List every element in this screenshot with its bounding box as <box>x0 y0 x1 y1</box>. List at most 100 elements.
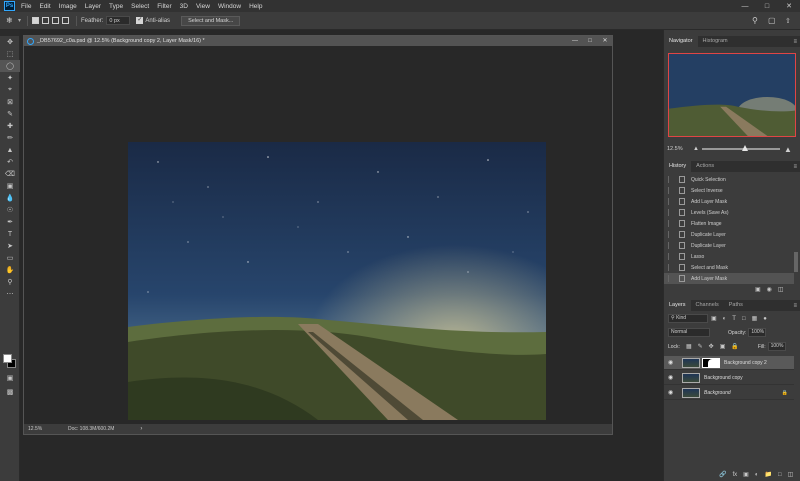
tab-channels[interactable]: Channels <box>691 300 724 311</box>
rectangle-tool-icon[interactable]: ▭ <box>0 252 20 264</box>
type-tool-icon[interactable]: T <box>0 228 20 240</box>
layer-row[interactable]: ◉ Background copy <box>664 371 794 385</box>
tab-history[interactable]: History <box>664 161 692 172</box>
filter-adjustment-icon[interactable]: ◐ <box>723 316 727 322</box>
zoom-in-icon[interactable]: ▲ <box>784 145 792 154</box>
gradient-tool-icon[interactable]: ▣ <box>0 180 20 192</box>
maximize-icon[interactable]: □ <box>756 0 778 12</box>
screen-mode-icon[interactable]: ▩ <box>0 386 20 398</box>
frame-tool-icon[interactable]: ⊠ <box>0 96 20 108</box>
layer-mask-thumbnail[interactable] <box>702 357 720 368</box>
lasso-tool-icon[interactable]: ◯ <box>0 60 20 72</box>
history-source-box[interactable] <box>668 253 673 260</box>
close-icon[interactable]: ✕ <box>778 0 800 12</box>
menu-3d[interactable]: 3D <box>180 3 188 10</box>
navigator-zoom-slider[interactable] <box>701 145 780 151</box>
doc-close-icon[interactable]: ✕ <box>598 36 612 46</box>
history-item[interactable]: Duplicate Layer <box>664 240 794 251</box>
history-item[interactable]: Duplicate Layer <box>664 229 794 240</box>
lock-artboard-icon[interactable]: ▣ <box>720 343 726 350</box>
dodge-tool-icon[interactable]: ☉ <box>0 204 20 216</box>
lock-image-icon[interactable]: ✎ <box>698 343 703 350</box>
workspace-icon[interactable]: ▢ <box>768 16 776 25</box>
history-scrollbar[interactable] <box>794 252 798 272</box>
eraser-tool-icon[interactable]: ⌫ <box>0 168 20 180</box>
status-zoom[interactable]: 12.5% <box>28 426 60 432</box>
subtract-selection-icon[interactable] <box>52 17 60 24</box>
more-tools-icon[interactable]: ⋯ <box>0 288 20 300</box>
history-source-box[interactable] <box>668 231 673 238</box>
path-selection-tool-icon[interactable]: ➤ <box>0 240 20 252</box>
fill-input[interactable]: 100% <box>767 342 786 351</box>
history-item[interactable]: Quick Selection <box>664 174 794 185</box>
tab-histogram[interactable]: Histogram <box>698 36 733 47</box>
lock-transparent-icon[interactable]: ▦ <box>686 343 692 350</box>
share-icon[interactable]: ⇧ <box>785 17 791 25</box>
new-layer-icon[interactable]: □ <box>778 472 782 478</box>
zoom-out-icon[interactable]: ▲ <box>693 146 699 152</box>
crop-tool-icon[interactable]: ⌖ <box>0 84 20 96</box>
panel-menu-icon[interactable]: ≡ <box>793 39 797 45</box>
brush-tool-icon[interactable]: ✏ <box>0 132 20 144</box>
filter-smart-icon[interactable]: ▦ <box>752 315 758 322</box>
minimize-icon[interactable]: — <box>734 0 756 12</box>
foreground-color-swatch[interactable] <box>3 354 12 363</box>
link-layers-icon[interactable]: 🔗 <box>719 471 726 478</box>
blur-tool-icon[interactable]: 💧 <box>0 192 20 204</box>
tab-paths[interactable]: Paths <box>724 300 748 311</box>
menu-type[interactable]: Type <box>109 3 123 10</box>
history-source-box[interactable] <box>668 176 673 183</box>
menu-layer[interactable]: Layer <box>85 3 101 10</box>
history-item[interactable]: Add Layer Mask <box>664 273 794 284</box>
menu-image[interactable]: Image <box>59 3 77 10</box>
lock-position-icon[interactable]: ✥ <box>709 343 714 350</box>
layer-kind-filter[interactable]: ⚲ Kind <box>668 314 708 323</box>
new-document-from-state-icon[interactable]: ▣ <box>755 286 761 293</box>
canvas-area[interactable] <box>24 46 612 424</box>
menu-edit[interactable]: Edit <box>39 3 50 10</box>
clone-stamp-tool-icon[interactable]: ▲ <box>0 144 20 156</box>
history-source-box[interactable] <box>668 220 673 227</box>
new-group-icon[interactable]: 📁 <box>764 471 771 478</box>
new-selection-icon[interactable] <box>32 17 40 24</box>
history-item[interactable]: Flatten Image <box>664 218 794 229</box>
add-mask-icon[interactable]: ▣ <box>743 471 749 478</box>
snapshot-icon[interactable]: ◉ <box>767 286 772 293</box>
history-item[interactable]: Add Layer Mask <box>664 196 794 207</box>
add-to-selection-icon[interactable] <box>42 17 50 24</box>
layer-row[interactable]: ◉ Background copy 2 <box>664 356 794 370</box>
marquee-tool-icon[interactable]: ⬚ <box>0 48 20 60</box>
history-source-box[interactable] <box>668 198 673 205</box>
history-item[interactable]: Lasso <box>664 251 794 262</box>
feather-input[interactable]: 0 px <box>106 16 131 25</box>
history-source-box[interactable] <box>668 242 673 249</box>
layer-style-icon[interactable]: fx <box>732 472 737 478</box>
menu-view[interactable]: View <box>196 3 210 10</box>
delete-layer-icon[interactable]: ◫ <box>788 471 794 478</box>
menu-help[interactable]: Help <box>249 3 262 10</box>
quick-selection-tool-icon[interactable]: ✦ <box>0 72 20 84</box>
zoom-tool-icon[interactable]: ⚲ <box>0 276 20 288</box>
tab-actions[interactable]: Actions <box>691 161 719 172</box>
history-source-box[interactable] <box>668 264 673 271</box>
history-source-box[interactable] <box>668 187 673 194</box>
tool-preset-chevron-icon[interactable]: ▾ <box>18 17 21 24</box>
tab-layers[interactable]: Layers <box>664 300 691 311</box>
history-source-box[interactable] <box>668 275 673 282</box>
select-and-mask-button[interactable]: Select and Mask... <box>181 15 241 26</box>
adjustment-layer-icon[interactable]: ◐ <box>755 472 759 478</box>
navigator-thumbnail[interactable] <box>668 53 796 137</box>
visibility-eye-icon[interactable]: ◉ <box>668 359 678 366</box>
lock-all-icon[interactable]: 🔒 <box>731 343 738 350</box>
zoom-slider-handle[interactable] <box>741 145 748 151</box>
panel-menu-icon[interactable]: ≡ <box>793 164 797 170</box>
intersect-selection-icon[interactable] <box>62 17 70 24</box>
filter-toggle-icon[interactable]: ● <box>763 316 767 322</box>
layer-row[interactable]: ◉ Background 🔒 <box>664 386 794 400</box>
doc-minimize-icon[interactable]: — <box>568 36 582 46</box>
pen-tool-icon[interactable]: ✒ <box>0 216 20 228</box>
panel-menu-icon[interactable]: ≡ <box>793 303 797 309</box>
history-brush-tool-icon[interactable]: ↶ <box>0 156 20 168</box>
visibility-eye-icon[interactable]: ◉ <box>668 374 678 381</box>
antialias-checkbox[interactable]: ✓ <box>136 17 144 24</box>
